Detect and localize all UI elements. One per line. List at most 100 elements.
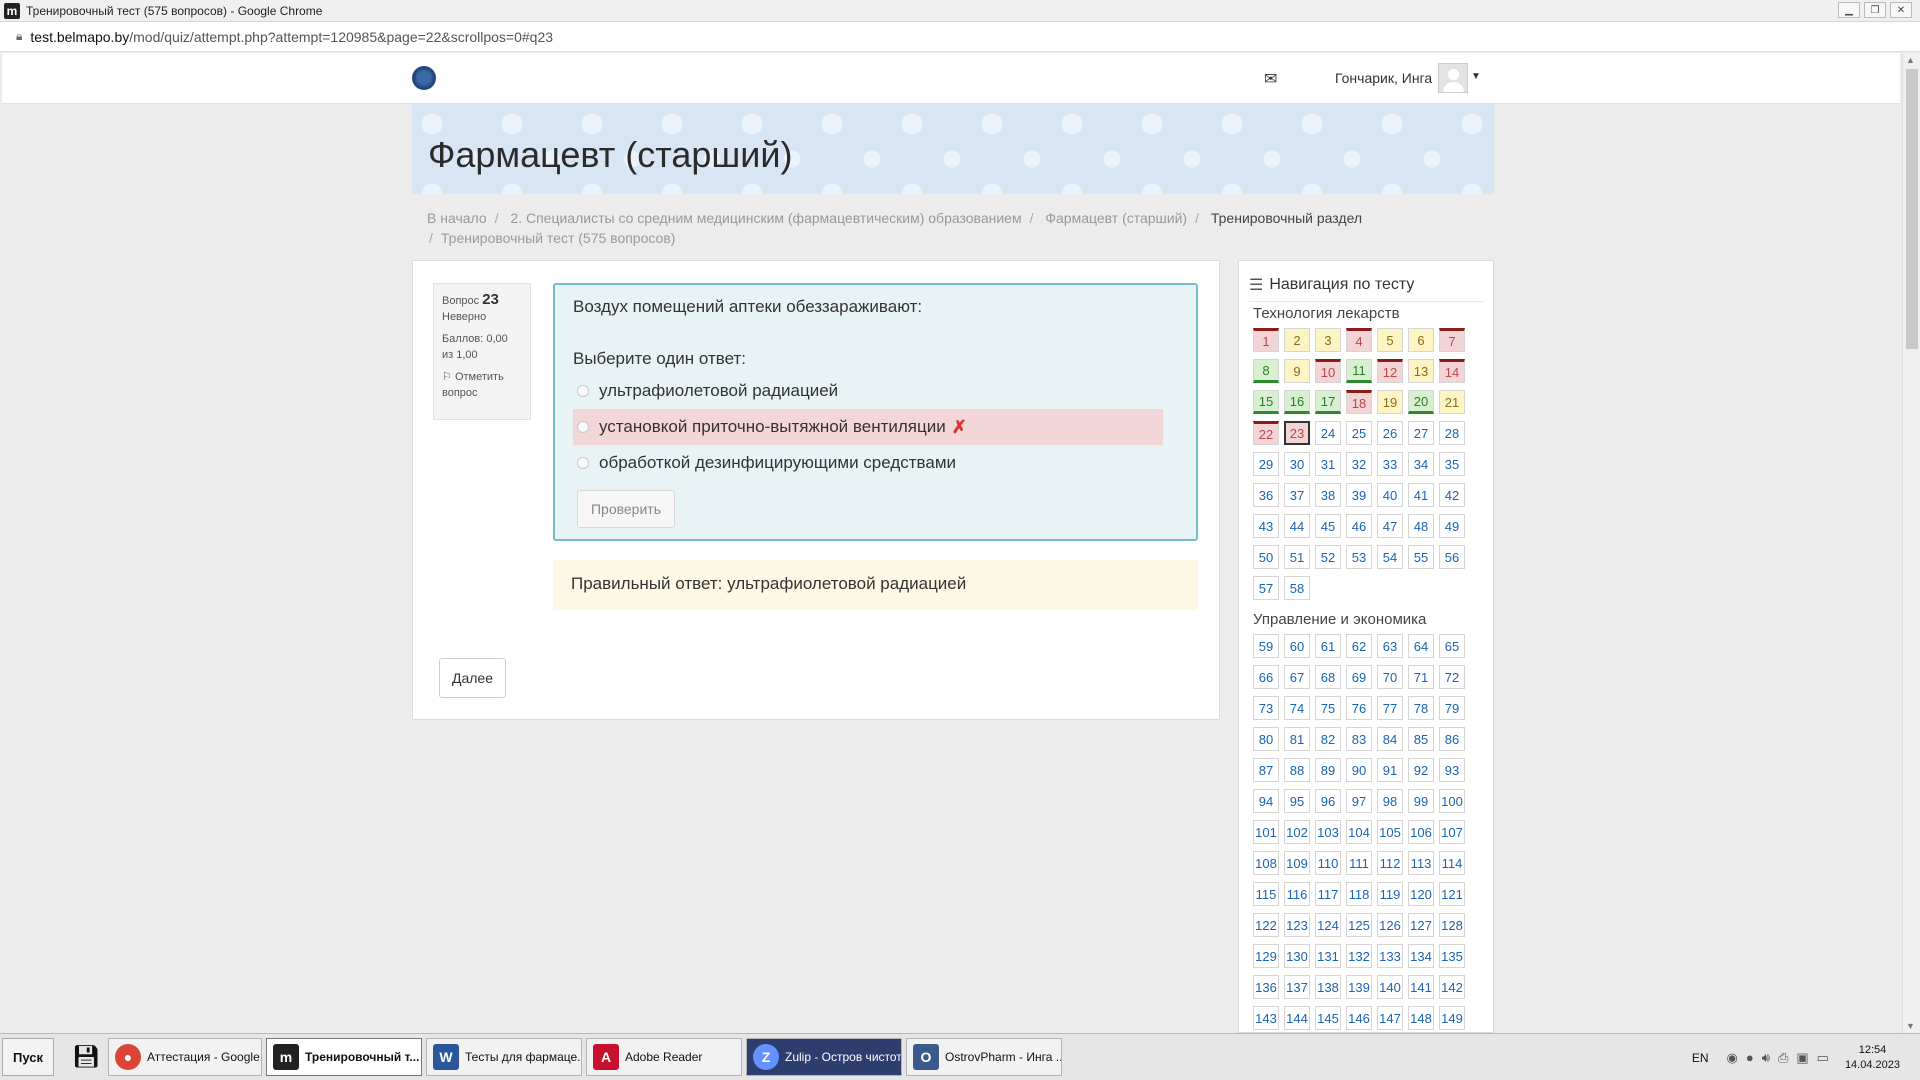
address-bar[interactable]: 🔒︎ test.belmapo.by /mod/quiz/attempt.php… xyxy=(0,22,1920,52)
save-disk-icon[interactable]: 💾︎ xyxy=(68,1039,104,1075)
question-nav-button[interactable]: 142 xyxy=(1439,975,1465,999)
question-nav-button[interactable]: 131 xyxy=(1315,944,1341,968)
taskbar-item-word[interactable]: W Тесты для фармаце... xyxy=(426,1038,582,1076)
question-nav-button[interactable]: 115 xyxy=(1253,882,1279,906)
breadcrumb-item-section[interactable]: Тренировочный раздел xyxy=(1211,210,1362,226)
taskbar-item-moodle[interactable]: m Тренировочный т... xyxy=(266,1038,422,1076)
question-nav-button[interactable]: 14 xyxy=(1439,359,1465,383)
question-nav-button[interactable]: 91 xyxy=(1377,758,1403,782)
breadcrumb-item-course[interactable]: Фармацевт (старший) xyxy=(1045,210,1187,226)
question-nav-button[interactable]: 63 xyxy=(1377,634,1403,658)
taskbar-item-adobe[interactable]: A Adobe Reader xyxy=(586,1038,742,1076)
question-nav-button[interactable]: 9 xyxy=(1284,359,1310,383)
question-nav-button[interactable]: 74 xyxy=(1284,696,1310,720)
question-nav-button[interactable]: 89 xyxy=(1315,758,1341,782)
question-nav-button[interactable]: 90 xyxy=(1346,758,1372,782)
question-nav-button[interactable]: 98 xyxy=(1377,789,1403,813)
question-nav-button[interactable]: 34 xyxy=(1408,452,1434,476)
breadcrumb-item-category[interactable]: 2. Специалисты со средним медицинским (ф… xyxy=(510,210,1021,226)
question-nav-button[interactable]: 72 xyxy=(1439,665,1465,689)
scroll-down-icon[interactable]: ▼ xyxy=(1906,1021,1915,1031)
question-nav-button[interactable]: 38 xyxy=(1315,483,1341,507)
user-name[interactable]: Гончарик, Инга xyxy=(1335,70,1432,86)
question-nav-button[interactable]: 88 xyxy=(1284,758,1310,782)
question-nav-button[interactable]: 1 xyxy=(1253,328,1279,352)
question-nav-button[interactable]: 36 xyxy=(1253,483,1279,507)
question-nav-button[interactable]: 21 xyxy=(1439,390,1465,414)
answer-label[interactable]: обработкой дезинфицирующими средствами xyxy=(599,453,956,473)
question-nav-button[interactable]: 37 xyxy=(1284,483,1310,507)
question-nav-button[interactable]: 41 xyxy=(1408,483,1434,507)
question-nav-button[interactable]: 15 xyxy=(1253,390,1279,414)
question-nav-button[interactable]: 119 xyxy=(1377,882,1403,906)
taskbar-item-chrome[interactable]: ● Аттестация - Google... xyxy=(108,1038,262,1076)
close-icon[interactable]: ✕ xyxy=(1890,2,1912,18)
question-nav-button[interactable]: 24 xyxy=(1315,421,1341,445)
question-nav-button[interactable]: 51 xyxy=(1284,545,1310,569)
question-nav-button[interactable]: 124 xyxy=(1315,913,1341,937)
radio-button[interactable] xyxy=(577,457,589,469)
question-nav-button[interactable]: 60 xyxy=(1284,634,1310,658)
flag-question-button[interactable]: ⚐ Отметить вопрос xyxy=(442,369,522,401)
display-icon[interactable]: ▭ xyxy=(1817,1050,1829,1066)
question-nav-button[interactable]: 107 xyxy=(1439,820,1465,844)
question-nav-button[interactable]: 50 xyxy=(1253,545,1279,569)
question-nav-button[interactable]: 146 xyxy=(1346,1006,1372,1030)
question-nav-button[interactable]: 85 xyxy=(1408,727,1434,751)
question-nav-button[interactable]: 122 xyxy=(1253,913,1279,937)
question-nav-button[interactable]: 77 xyxy=(1377,696,1403,720)
taskbar-item-ostrovpharm[interactable]: O OstrovPharm - Инга ... xyxy=(906,1038,1062,1076)
question-nav-button[interactable]: 16 xyxy=(1284,390,1310,414)
minimize-icon[interactable]: ▁ xyxy=(1838,2,1860,18)
question-nav-button[interactable]: 2 xyxy=(1284,328,1310,352)
question-nav-button[interactable]: 53 xyxy=(1346,545,1372,569)
question-nav-button[interactable]: 26 xyxy=(1377,421,1403,445)
question-nav-button[interactable]: 100 xyxy=(1439,789,1465,813)
question-nav-button[interactable]: 6 xyxy=(1408,328,1434,352)
question-nav-button[interactable]: 110 xyxy=(1315,851,1341,875)
answer-label[interactable]: ультрафиолетовой радиацией xyxy=(599,381,838,401)
question-nav-button[interactable]: 134 xyxy=(1408,944,1434,968)
question-nav-button[interactable]: 101 xyxy=(1253,820,1279,844)
question-nav-button[interactable]: 137 xyxy=(1284,975,1310,999)
question-nav-button[interactable]: 3 xyxy=(1315,328,1341,352)
volume-icon[interactable]: 🔊︎ xyxy=(1762,1050,1770,1066)
taskbar-item-zulip[interactable]: Z Zulip - Остров чистоты xyxy=(746,1038,902,1076)
printer-icon[interactable]: ⎙ xyxy=(1778,1050,1788,1066)
question-nav-button[interactable]: 35 xyxy=(1439,452,1465,476)
question-nav-button[interactable]: 56 xyxy=(1439,545,1465,569)
question-nav-button[interactable]: 42 xyxy=(1439,483,1465,507)
question-nav-button[interactable]: 54 xyxy=(1377,545,1403,569)
scroll-up-icon[interactable]: ▲ xyxy=(1906,55,1915,65)
question-nav-button[interactable]: 104 xyxy=(1346,820,1372,844)
answer-option-selected-incorrect[interactable]: установкой приточно-вытяжной вентиляции … xyxy=(573,409,1163,445)
question-nav-button[interactable]: 99 xyxy=(1408,789,1434,813)
language-indicator[interactable]: EN xyxy=(1692,1051,1709,1065)
question-nav-button[interactable]: 12 xyxy=(1377,359,1403,383)
answer-option[interactable]: ультрафиолетовой радиацией xyxy=(573,373,1163,409)
question-nav-button[interactable]: 23 xyxy=(1284,421,1310,445)
question-nav-button[interactable]: 120 xyxy=(1408,882,1434,906)
network-icon[interactable]: ◉ xyxy=(1727,1050,1738,1066)
question-nav-button[interactable]: 149 xyxy=(1439,1006,1465,1030)
question-nav-button[interactable]: 5 xyxy=(1377,328,1403,352)
question-nav-button[interactable]: 138 xyxy=(1315,975,1341,999)
question-nav-button[interactable]: 144 xyxy=(1284,1006,1310,1030)
breadcrumb-item-quiz[interactable]: Тренировочный тест (575 вопросов) xyxy=(441,230,676,246)
question-nav-button[interactable]: 33 xyxy=(1377,452,1403,476)
question-nav-button[interactable]: 73 xyxy=(1253,696,1279,720)
question-nav-button[interactable]: 103 xyxy=(1315,820,1341,844)
question-nav-button[interactable]: 64 xyxy=(1408,634,1434,658)
question-nav-button[interactable]: 65 xyxy=(1439,634,1465,658)
question-nav-button[interactable]: 49 xyxy=(1439,514,1465,538)
menu-icon[interactable]: ☰ xyxy=(1249,275,1263,295)
question-nav-button[interactable]: 30 xyxy=(1284,452,1310,476)
question-nav-button[interactable]: 22 xyxy=(1253,421,1279,445)
breadcrumb-item-home[interactable]: В начало xyxy=(427,210,487,226)
question-nav-button[interactable]: 75 xyxy=(1315,696,1341,720)
question-nav-button[interactable]: 133 xyxy=(1377,944,1403,968)
question-nav-button[interactable]: 135 xyxy=(1439,944,1465,968)
question-nav-button[interactable]: 57 xyxy=(1253,576,1279,600)
question-nav-button[interactable]: 39 xyxy=(1346,483,1372,507)
question-nav-button[interactable]: 8 xyxy=(1253,359,1279,383)
